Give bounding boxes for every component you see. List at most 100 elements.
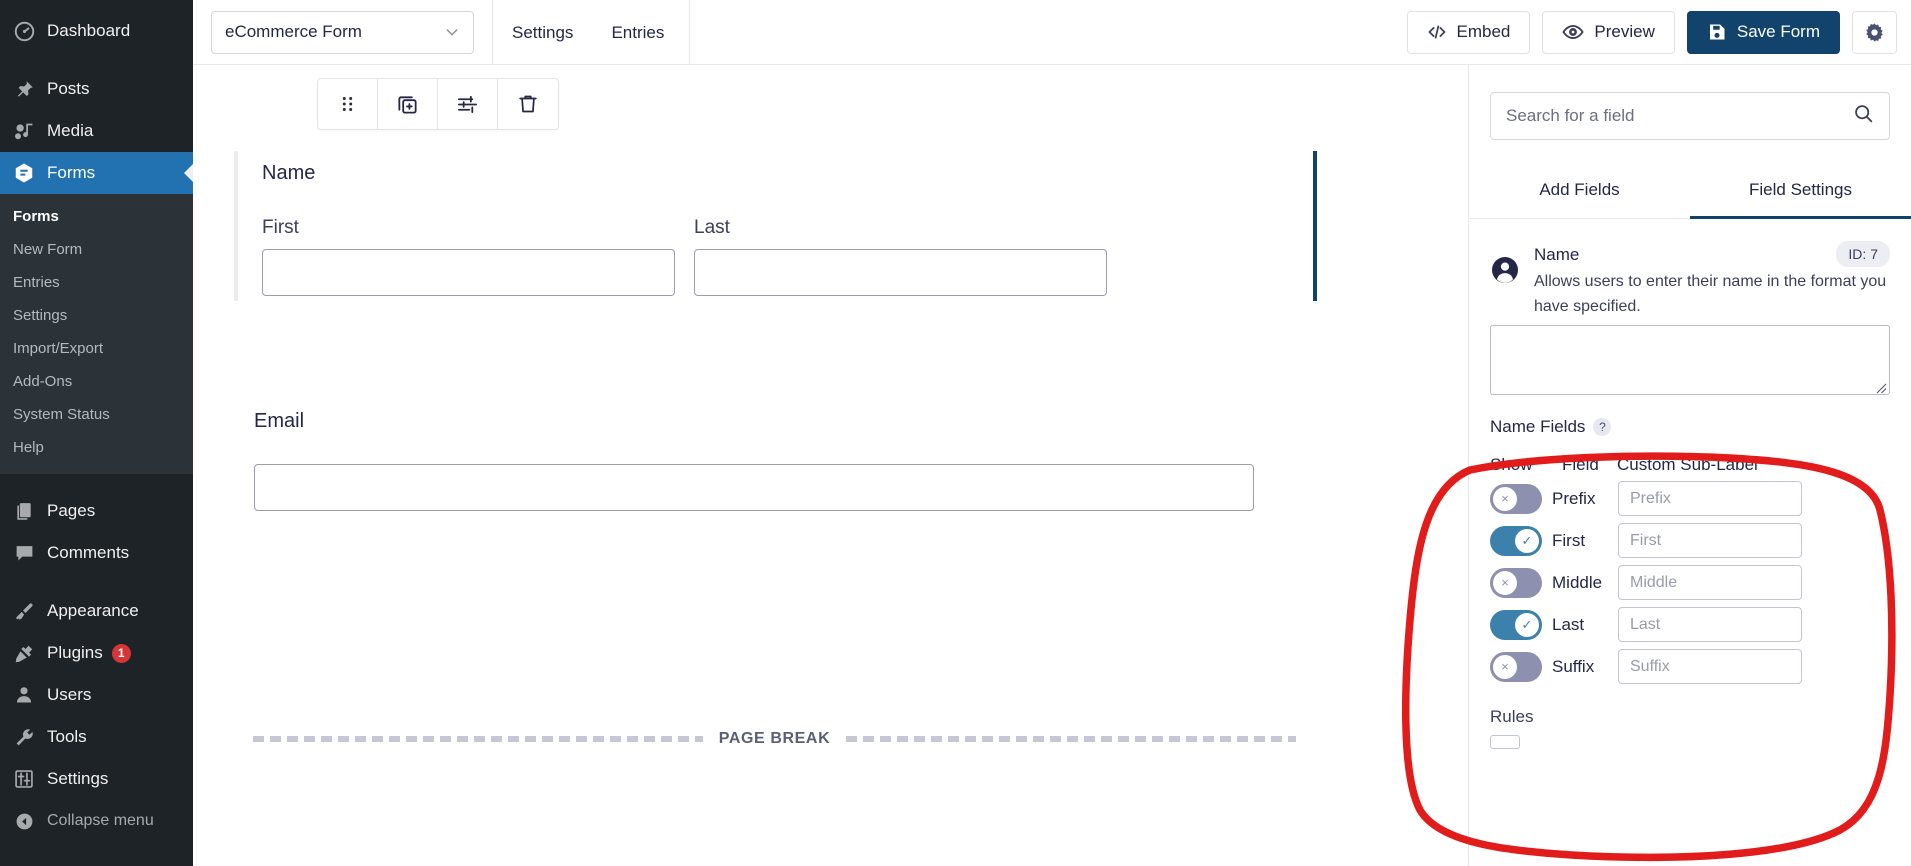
forms-submenu: Forms New Form Entries Settings Import/E…	[0, 194, 193, 474]
embed-button[interactable]: Embed	[1407, 11, 1531, 54]
wp-admin-sidebar: Dashboard Posts Media Forms Forms New Fo…	[0, 0, 193, 866]
chevron-down-icon	[444, 24, 460, 40]
collapse-menu-button[interactable]: Collapse menu	[0, 800, 193, 842]
toggle-suffix[interactable]: ×	[1490, 652, 1542, 682]
field-description-textarea-wrap[interactable]	[1490, 325, 1890, 395]
toggle-knob: ×	[1493, 655, 1517, 679]
wrench-icon	[10, 725, 38, 749]
name-field-row-first: ✓ First	[1490, 523, 1911, 558]
page-break-divider: PAGE BREAK	[253, 730, 1296, 748]
sub-label-input-last[interactable]	[1618, 607, 1802, 642]
sliders-icon	[10, 767, 38, 791]
name-field-row-middle: × Middle	[1490, 565, 1911, 600]
column-header-field: Field	[1562, 455, 1617, 475]
sidebar-item-add-ons[interactable]: Add-Ons	[0, 365, 193, 398]
page-break-label: PAGE BREAK	[719, 730, 831, 748]
sublabel-first: First	[262, 217, 675, 239]
sub-label-input-middle[interactable]	[1618, 565, 1802, 600]
drag-handle-icon[interactable]	[318, 79, 378, 129]
form-switcher-dropdown[interactable]: eCommerce Form	[211, 11, 474, 54]
toggle-knob: ×	[1493, 571, 1517, 595]
sidebar-item-comments[interactable]: Comments	[0, 532, 193, 574]
sidebar-item-forms[interactable]: Forms	[0, 152, 193, 194]
tab-add-fields[interactable]: Add Fields	[1469, 168, 1690, 219]
sidebar-item-forms-list[interactable]: Forms	[0, 200, 193, 233]
field-label-email: Email	[254, 410, 1279, 433]
form-field-email[interactable]: Email	[254, 410, 1279, 511]
search-input[interactable]	[1506, 106, 1853, 126]
sidebar-label: Users	[47, 685, 91, 705]
sidebar-label: Tools	[47, 727, 87, 747]
comments-icon	[10, 541, 38, 565]
editor-toolbar: eCommerce Form Settings Entries Embed	[193, 0, 1911, 65]
sub-label-input-prefix[interactable]	[1618, 481, 1802, 516]
sidebar-item-plugins[interactable]: Plugins 1	[0, 632, 193, 674]
pin-icon	[10, 77, 38, 101]
form-settings-gear-button[interactable]	[1852, 11, 1897, 54]
user-icon	[10, 683, 38, 707]
panel-tabs: Add Fields Field Settings	[1469, 168, 1911, 219]
sidebar-item-appearance[interactable]: Appearance	[0, 590, 193, 632]
eye-icon	[1562, 21, 1584, 43]
sidebar-item-import-export[interactable]: Import/Export	[0, 332, 193, 365]
sidebar-item-system-status[interactable]: System Status	[0, 398, 193, 431]
sidebar-item-posts[interactable]: Posts	[0, 68, 193, 110]
rules-toggle-stub[interactable]	[1490, 735, 1520, 749]
preview-button[interactable]: Preview	[1542, 11, 1674, 54]
trash-icon[interactable]	[498, 79, 558, 129]
dashboard-icon	[10, 19, 38, 43]
sidebar-item-settings[interactable]: Settings	[0, 758, 193, 800]
resize-handle-icon[interactable]	[1875, 381, 1887, 393]
sidebar-item-users[interactable]: Users	[0, 674, 193, 716]
gear-icon	[1864, 22, 1885, 43]
sidebar-divider	[0, 52, 193, 68]
column-header-sub-label: Custom Sub-Label	[1617, 455, 1911, 475]
sidebar-divider	[0, 474, 193, 490]
editor-nav: Settings Entries	[493, 0, 683, 65]
name-first-input[interactable]	[262, 249, 675, 296]
page-break-line-right	[846, 736, 1296, 742]
sidebar-item-entries[interactable]: Entries	[0, 266, 193, 299]
tab-entries[interactable]: Entries	[592, 0, 683, 65]
sub-label-input-first[interactable]	[1618, 523, 1802, 558]
field-settings-icon[interactable]	[438, 79, 498, 129]
toggle-middle[interactable]: ×	[1490, 568, 1542, 598]
toggle-prefix[interactable]: ×	[1490, 484, 1542, 514]
collapse-arrow-icon	[10, 809, 38, 833]
help-icon[interactable]: ?	[1593, 418, 1611, 436]
duplicate-icon[interactable]	[378, 79, 438, 129]
plugins-update-badge: 1	[112, 644, 131, 663]
sidebar-item-media[interactable]: Media	[0, 110, 193, 152]
column-header-show: Show	[1490, 455, 1562, 475]
name-field-row-last: ✓ Last	[1490, 607, 1911, 642]
name-field-row-suffix: × Suffix	[1490, 649, 1911, 684]
name-fields-label-text: Name Fields	[1490, 417, 1585, 437]
field-search[interactable]	[1490, 92, 1890, 140]
sidebar-label: Forms	[47, 163, 95, 183]
sidebar-item-help[interactable]: Help	[0, 431, 193, 464]
name-last-input[interactable]	[694, 249, 1107, 296]
email-input[interactable]	[254, 464, 1254, 511]
field-info-description: Allows users to enter their name in the …	[1534, 269, 1890, 319]
name-fields-header-row: Show Field Custom Sub-Label	[1490, 455, 1911, 475]
sidebar-item-new-form[interactable]: New Form	[0, 233, 193, 266]
sidebar-item-tools[interactable]: Tools	[0, 716, 193, 758]
toggle-last[interactable]: ✓	[1490, 610, 1542, 640]
sidebar-item-settings[interactable]: Settings	[0, 299, 193, 332]
tab-field-settings[interactable]: Field Settings	[1690, 168, 1911, 219]
page-break-line-left	[253, 736, 703, 742]
sublabel-last: Last	[694, 217, 1107, 239]
toggle-first[interactable]: ✓	[1490, 526, 1542, 556]
sidebar-item-pages[interactable]: Pages	[0, 490, 193, 532]
pages-icon	[10, 499, 38, 523]
sub-label-input-suffix[interactable]	[1618, 649, 1802, 684]
tab-settings[interactable]: Settings	[493, 0, 592, 65]
form-field-name[interactable]: Name First Last	[234, 151, 1317, 301]
sidebar-item-dashboard[interactable]: Dashboard	[0, 10, 193, 52]
field-label-name: Name	[262, 162, 1313, 185]
search-icon[interactable]	[1853, 103, 1874, 129]
person-icon	[1490, 255, 1520, 285]
sidebar-label: Posts	[47, 79, 90, 99]
name-field-row-prefix: × Prefix	[1490, 481, 1911, 516]
save-form-button[interactable]: Save Form	[1687, 11, 1840, 54]
